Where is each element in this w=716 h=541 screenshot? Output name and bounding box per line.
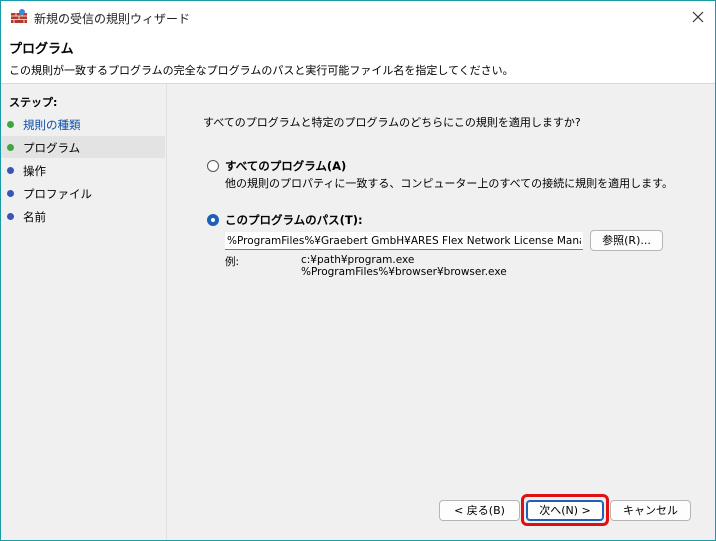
- step-name: 名前: [1, 205, 165, 227]
- next-button-highlight: [521, 494, 609, 526]
- step-pending-icon: [7, 213, 14, 220]
- step-complete-icon: [7, 121, 14, 128]
- step-program[interactable]: プログラム: [1, 136, 165, 158]
- step-label: 規則の種類: [23, 118, 81, 132]
- page-title: プログラム: [9, 42, 74, 57]
- step-label: 名前: [23, 210, 46, 224]
- example-label: 例:: [225, 256, 240, 268]
- program-path-radio[interactable]: [207, 214, 219, 226]
- wizard-body: ステップ: 規則の種類 プログラム 操作 プロファイル 名前 すべてのプログラム…: [1, 84, 715, 540]
- firewall-icon: [11, 9, 27, 23]
- step-action: 操作: [1, 159, 165, 181]
- question-text: すべてのプログラムと特定のプログラムのどちらにこの規則を適用しますか?: [203, 116, 581, 129]
- step-current-icon: [7, 144, 14, 151]
- back-button[interactable]: < 戻る(B): [439, 500, 520, 521]
- page-header: プログラム この規則が一致するプログラムの完全なプログラムのパスと実行可能ファイ…: [1, 32, 715, 84]
- step-pending-icon: [7, 167, 14, 174]
- window-title: 新規の受信の規則ウィザード: [34, 12, 191, 26]
- step-label: プログラム: [23, 141, 81, 155]
- wizard-window: 新規の受信の規則ウィザード プログラム この規則が一致するプログラムの完全なプロ…: [0, 0, 716, 541]
- step-label: 操作: [23, 164, 46, 178]
- title-bar: 新規の受信の規則ウィザード: [1, 1, 715, 32]
- step-label: プロファイル: [23, 187, 92, 201]
- browse-button[interactable]: 参照(R)...: [590, 230, 663, 251]
- all-programs-radio[interactable]: [207, 160, 219, 172]
- program-path-label[interactable]: このプログラムのパス(T):: [225, 212, 363, 228]
- steps-label: ステップ:: [9, 96, 58, 109]
- step-profile: プロファイル: [1, 182, 165, 204]
- step-rule-type[interactable]: 規則の種類: [1, 113, 165, 135]
- close-button[interactable]: [684, 5, 712, 29]
- example-line: c:¥path¥program.exe: [301, 254, 415, 266]
- program-path-input[interactable]: [225, 232, 583, 250]
- example-line: %ProgramFiles%¥browser¥browser.exe: [301, 266, 507, 278]
- all-programs-label[interactable]: すべてのプログラム(A): [225, 158, 346, 174]
- cancel-button[interactable]: キャンセル: [610, 500, 691, 521]
- all-programs-description: 他の規則のプロパティに一致する、コンピューター上のすべての接続に規則を適用します…: [225, 177, 674, 190]
- step-pending-icon: [7, 190, 14, 197]
- steps-sidebar: ステップ: 規則の種類 プログラム 操作 プロファイル 名前: [1, 84, 167, 540]
- close-icon: [692, 11, 704, 23]
- main-content: すべてのプログラムと特定のプログラムのどちらにこの規則を適用しますか? すべての…: [169, 84, 715, 540]
- page-description: この規則が一致するプログラムの完全なプログラムのパスと実行可能ファイル名を指定し…: [9, 64, 514, 77]
